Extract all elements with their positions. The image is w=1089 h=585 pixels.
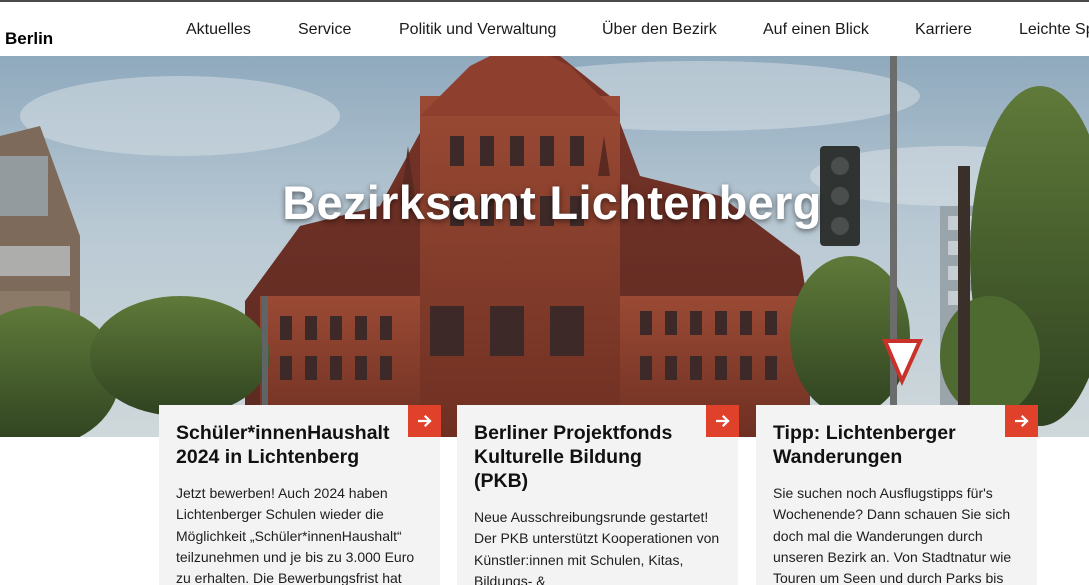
site-header: Berlin Aktuelles Service Politik und Ver… [0,0,1089,56]
teaser-card-projektfonds[interactable]: Berliner Projektfonds Kulturelle Bildung… [457,405,739,585]
nav-item-auf-einen-blick[interactable]: Auf einen Blick [763,20,869,40]
arrow-right-icon [1014,414,1029,428]
nav-item-politik-und-verwaltung[interactable]: Politik und Verwaltung [399,20,556,40]
hero-banner: Bezirksamt Lichtenberg [0,56,1089,437]
card-text: Jetzt bewerben! Auch 2024 haben Lichtenb… [176,485,415,585]
page: Berlin Aktuelles Service Politik und Ver… [0,0,1089,585]
hero-town-hall-image [0,56,1089,437]
card-text: Sie suchen noch Ausflugstipps für's Woch… [773,485,1012,585]
nav-item-ueber-den-bezirk[interactable]: Über den Bezirk [602,20,717,40]
arrow-right-icon [417,414,432,428]
teaser-card-wanderungen[interactable]: Tipp: Lichtenberger Wanderungen Sie such… [756,405,1038,585]
hero-title: Bezirksamt Lichtenberg [282,176,822,229]
nav-item-service[interactable]: Service [298,20,351,40]
card-title: Schüler*innenHaushalt 2024 in Lichtenber… [176,422,390,468]
nav-item-karriere[interactable]: Karriere [915,20,972,40]
nav-item-aktuelles[interactable]: Aktuelles [186,20,251,40]
main-navigation: Aktuelles Service Politik und Verwaltung… [0,2,1089,56]
arrow-right-icon [715,414,730,428]
nav-item-leichte-sprache[interactable]: Leichte Sprache [1019,20,1089,40]
card-title: Tipp: Lichtenberger Wanderungen [773,422,956,468]
card-text: Neue Ausschreibungsrunde gestartet! Der … [474,509,720,585]
card-arrow-button[interactable] [408,405,441,437]
card-arrow-button[interactable] [706,405,739,437]
teaser-card-schuelerinnenhaushalt[interactable]: Schüler*innenHaushalt 2024 in Lichtenber… [159,405,441,585]
card-title: Berliner Projektfonds Kulturelle Bildung… [474,422,673,492]
card-arrow-button[interactable] [1005,405,1038,437]
